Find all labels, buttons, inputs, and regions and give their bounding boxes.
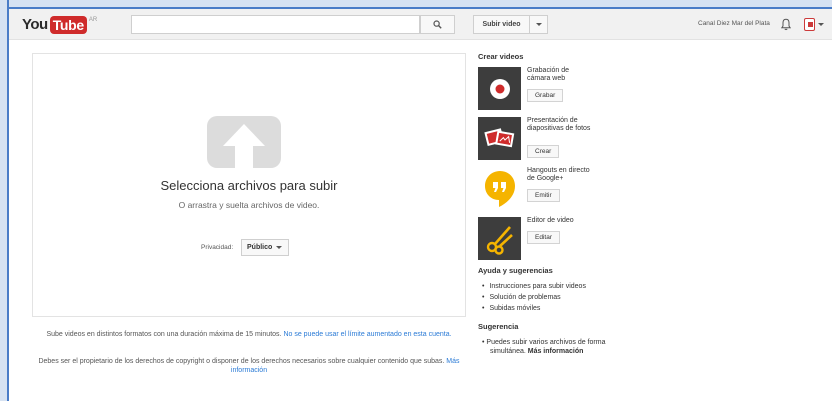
search-icon (433, 20, 442, 29)
upload-video-button[interactable]: Subir video (473, 15, 530, 34)
window-frame-left (0, 0, 7, 401)
chevron-down-icon (535, 23, 542, 26)
tip-heading: Sugerencia (478, 322, 519, 331)
create-videos-panel: Crear videos Grabación de cámara web Gra… (478, 52, 658, 267)
create-slideshow-button[interactable]: Crear (527, 145, 560, 158)
record-icon (489, 78, 510, 99)
bell-icon[interactable] (781, 18, 791, 31)
copyright-note: Debes ser el propietario de los derechos… (32, 357, 466, 375)
help-link-mobile-uploads[interactable]: Subidas móviles (482, 303, 586, 314)
chevron-down-icon (276, 246, 283, 249)
create-videos-heading: Crear videos (478, 52, 524, 61)
create-item-label: Presentación de diapositivas de fotos (527, 117, 591, 132)
upload-menu-button[interactable] (530, 15, 548, 34)
chevron-down-icon (818, 22, 824, 26)
photos-icon (483, 127, 514, 147)
create-item-slideshow: Presentación de diapositivas de fotos Cr… (478, 117, 658, 167)
logo-country: AR (88, 17, 98, 23)
help-link-upload-instructions[interactable]: Instrucciones para subir videos (482, 281, 586, 292)
broadcast-button[interactable]: Emitir (527, 189, 560, 202)
account-menu[interactable] (804, 17, 824, 31)
increase-limit-link[interactable]: No se puede usar el límite aumentado en … (283, 331, 451, 338)
privacy-select[interactable]: Público (241, 239, 289, 256)
upload-drop-zone[interactable]: Selecciona archivos para subir O arrastr… (32, 53, 466, 317)
create-item-editor: Editor de video Editar (478, 217, 658, 267)
help-link-troubleshooting[interactable]: Solución de problemas (482, 292, 586, 303)
edit-button[interactable]: Editar (527, 231, 560, 244)
duration-note-text: Sube videos en distintos formatos con un… (46, 331, 282, 338)
tip-more-info-link[interactable]: Más información (528, 348, 584, 355)
select-files-title[interactable]: Selecciona archivos para subir (33, 178, 465, 193)
create-item-hangouts: Hangouts en directo de Google+ Emitir (478, 167, 658, 217)
scissors-icon (486, 225, 513, 255)
create-item-label: Hangouts en directo de Google+ (527, 167, 590, 182)
privacy-value: Público (247, 244, 273, 251)
search-input[interactable] (131, 15, 420, 34)
avatar-icon (804, 17, 815, 31)
logo-tube: Tube (49, 16, 87, 34)
slideshow-thumbnail[interactable] (478, 117, 521, 160)
tip-text: • Puedes subir varios archivos de forma … (482, 339, 606, 355)
webcam-thumbnail[interactable] (478, 67, 521, 110)
editor-thumbnail[interactable] (478, 217, 521, 260)
help-heading: Ayuda y sugerencias (478, 266, 553, 275)
youtube-logo[interactable]: You Tube AR (22, 16, 97, 34)
hangouts-thumbnail[interactable] (478, 167, 521, 210)
search-button[interactable] (420, 15, 455, 34)
copyright-note-text: Debes ser el propietario de los derechos… (38, 358, 445, 365)
masthead: You Tube AR Subir video Canal Diez Mar d… (9, 9, 832, 40)
upload-arrow-icon (207, 116, 281, 168)
create-item-webcam: Grabación de cámara web Grabar (478, 67, 658, 117)
help-list: Instrucciones para subir videos Solución… (482, 281, 586, 314)
window-frame-top (7, 0, 832, 7)
hangouts-icon (484, 170, 515, 207)
create-item-label: Grabación de cámara web (527, 67, 570, 82)
window-frame-left-line (7, 0, 9, 401)
channel-name[interactable]: Canal Diez Mar del Plata (698, 20, 770, 27)
record-button[interactable]: Grabar (527, 89, 564, 102)
drag-drop-hint: O arrastra y suelta archivos de video. (178, 200, 320, 210)
logo-you: You (22, 16, 48, 33)
duration-note: Sube videos en distintos formatos con un… (32, 330, 466, 339)
create-item-label: Editor de video (527, 217, 574, 224)
privacy-label: Privacidad: (201, 244, 234, 251)
